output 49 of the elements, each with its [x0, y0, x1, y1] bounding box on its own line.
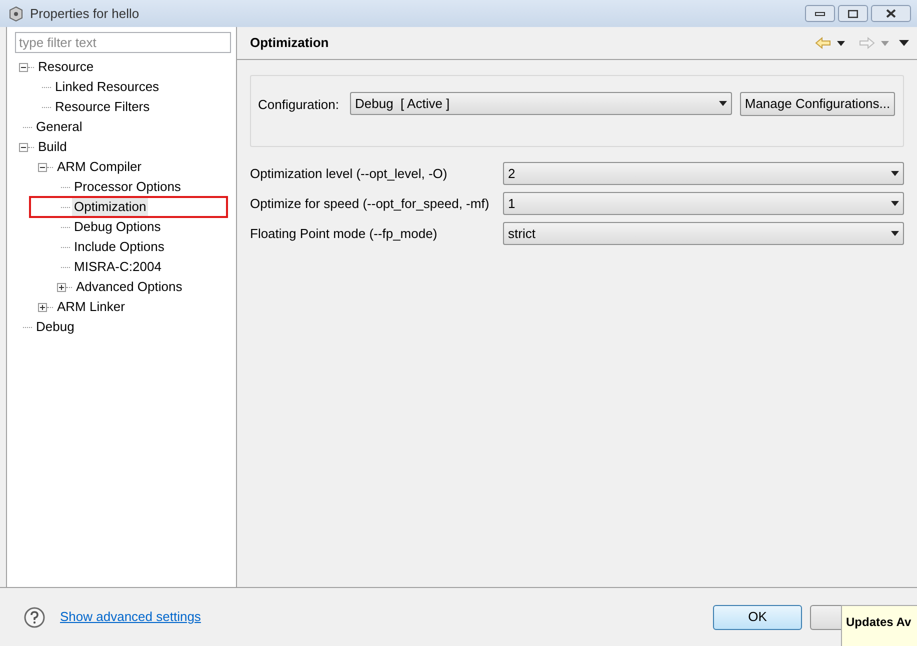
- collapse-icon[interactable]: [19, 62, 28, 72]
- option-dropdown[interactable]: 2: [503, 162, 904, 185]
- app-icon: [8, 6, 24, 22]
- dropdown-arrow-icon: [891, 201, 899, 206]
- option-label: Floating Point mode (--fp_mode): [250, 224, 438, 243]
- filter-field[interactable]: type filter text: [15, 32, 231, 53]
- tree-item[interactable]: Include Options: [72, 237, 166, 257]
- tree-item[interactable]: Resource: [36, 57, 96, 77]
- maximize-icon: [848, 10, 858, 18]
- expand-icon[interactable]: [57, 282, 66, 292]
- tree-item[interactable]: Resource Filters: [53, 97, 152, 117]
- tree-item[interactable]: Linked Resources: [53, 77, 162, 97]
- tree-item[interactable]: General: [34, 117, 84, 137]
- option-dropdown[interactable]: 1: [503, 192, 904, 215]
- dropdown-arrow-icon: [891, 171, 899, 176]
- expand-icon[interactable]: [38, 302, 47, 312]
- minimize-button[interactable]: [805, 5, 835, 22]
- tree-item[interactable]: Build: [36, 137, 69, 157]
- tree-item[interactable]: Optimization: [72, 197, 148, 217]
- window-title: Properties for hello: [30, 4, 140, 23]
- dropdown-arrow-icon: [891, 231, 899, 236]
- option-dropdown[interactable]: strict: [503, 222, 904, 245]
- ok-button[interactable]: OK: [713, 604, 802, 630]
- option-label: Optimize for speed (--opt_for_speed, -mf): [250, 194, 490, 213]
- tree-item[interactable]: Advanced Options: [74, 277, 184, 297]
- view-menu-icon[interactable]: [899, 40, 909, 46]
- configuration-dropdown[interactable]: Debug [ Active ]: [350, 92, 732, 115]
- collapse-icon[interactable]: [38, 162, 47, 172]
- show-advanced-settings-link[interactable]: Show advanced settings: [60, 607, 201, 627]
- tree-item[interactable]: ARM Compiler: [55, 157, 144, 177]
- cancel-button[interactable]: [810, 604, 842, 630]
- collapse-icon[interactable]: [19, 142, 28, 152]
- dropdown-arrow-icon[interactable]: [837, 40, 845, 46]
- help-icon[interactable]: [24, 606, 45, 628]
- minimize-icon: [815, 12, 825, 16]
- tree-item[interactable]: ARM Linker: [55, 297, 127, 317]
- tree-item[interactable]: Debug: [34, 317, 76, 337]
- tree-item[interactable]: Debug Options: [72, 217, 163, 237]
- option-label: Optimization level (--opt_level, -O): [250, 164, 448, 183]
- dropdown-arrow-icon: [719, 101, 727, 106]
- close-button[interactable]: [871, 5, 911, 22]
- configuration-label: Configuration:: [258, 96, 340, 114]
- tree-item[interactable]: MISRA-C:2004: [72, 257, 164, 277]
- page-title: Optimization: [250, 34, 330, 52]
- maximize-button[interactable]: [838, 5, 868, 22]
- close-icon: [886, 9, 896, 18]
- notification-title: Updates Av: [846, 615, 912, 629]
- tree-item[interactable]: Processor Options: [72, 177, 183, 197]
- manage-configurations-button[interactable]: Manage Configurations...: [740, 92, 895, 116]
